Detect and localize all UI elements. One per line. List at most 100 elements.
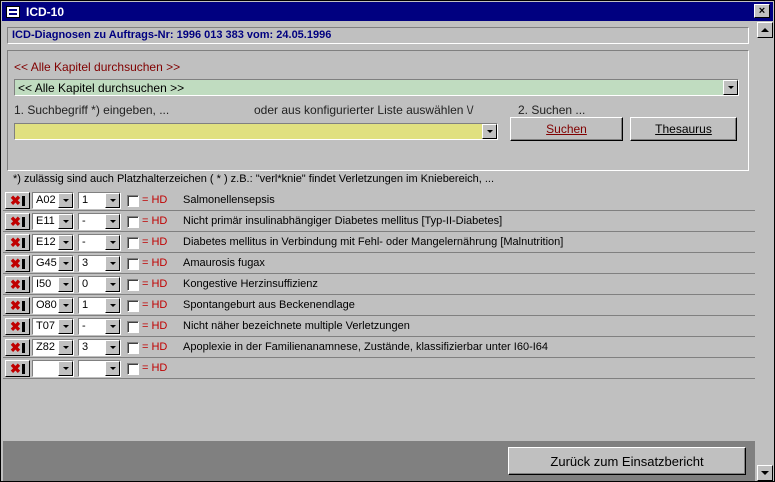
delete-icon: ✖	[10, 256, 21, 271]
delete-icon: ✖	[10, 277, 21, 292]
main-diagnosis-checkbox[interactable]	[127, 363, 139, 375]
chevron-down-icon[interactable]	[105, 277, 120, 292]
delete-row-button[interactable]: ✖	[5, 213, 30, 230]
wildcard-hint: *) zulässig sind auch Platzhalterzeichen…	[13, 173, 495, 185]
chevron-down-icon[interactable]	[105, 235, 120, 250]
delete-row-button[interactable]: ✖	[5, 360, 30, 377]
delete-row-button[interactable]: ✖	[5, 276, 30, 293]
chevron-down-icon[interactable]	[105, 193, 120, 208]
chapter-select[interactable]: << Alle Kapitel durchsuchen >>	[14, 79, 739, 96]
diagnosis-row: ✖ E12 - = HD Diabetes mellitus in Verbindung…	[3, 233, 755, 253]
record-icon	[21, 258, 25, 269]
main-diagnosis-checkbox[interactable]	[127, 321, 139, 333]
chevron-down-icon[interactable]	[58, 235, 73, 250]
chevron-down-icon[interactable]	[58, 298, 73, 313]
chevron-down-icon[interactable]	[58, 256, 73, 271]
delete-row-button[interactable]: ✖	[5, 339, 30, 356]
diagnosis-row: ✖ = HD	[3, 359, 755, 379]
record-icon	[21, 321, 25, 332]
close-button[interactable]: ×	[754, 4, 770, 18]
main-diagnosis-checkbox[interactable]	[127, 216, 139, 228]
record-icon	[21, 342, 25, 353]
icd-code-select[interactable]: O80	[32, 297, 74, 314]
chevron-down-icon[interactable]	[58, 214, 73, 229]
main-diagnosis-checkbox[interactable]	[127, 279, 139, 291]
main-diagnosis-label: = HD	[142, 362, 168, 374]
icd-code-select[interactable]: Z82	[32, 339, 74, 356]
search-term-input[interactable]	[14, 123, 498, 140]
icd-code-select[interactable]: E11	[32, 213, 74, 230]
icd-subcode-value: 3	[82, 257, 89, 269]
record-icon	[21, 279, 25, 290]
chevron-down-icon[interactable]	[105, 214, 120, 229]
record-icon	[21, 363, 25, 374]
icd-subcode-value: 1	[82, 194, 89, 206]
scroll-down-icon[interactable]	[757, 465, 773, 481]
window-title: ICD-10	[26, 4, 65, 19]
delete-icon: ✖	[10, 214, 21, 229]
delete-icon: ✖	[10, 361, 21, 376]
chevron-down-icon[interactable]	[105, 298, 120, 313]
main-diagnosis-checkbox[interactable]	[127, 237, 139, 249]
delete-row-button[interactable]: ✖	[5, 297, 30, 314]
icd-code-select[interactable]: E12	[32, 234, 74, 251]
chevron-down-icon[interactable]	[105, 361, 120, 376]
icd-code-value: G45	[36, 257, 57, 269]
chevron-down-icon[interactable]	[58, 361, 73, 376]
delete-row-button[interactable]: ✖	[5, 192, 30, 209]
vertical-scrollbar[interactable]	[757, 22, 773, 481]
search-button[interactable]: Suchen	[510, 117, 623, 141]
icd-subcode-value: -	[82, 215, 86, 227]
chevron-down-icon[interactable]	[105, 256, 120, 271]
icd-subcode-value: -	[82, 236, 86, 248]
chevron-down-icon[interactable]	[58, 193, 73, 208]
diagnosis-row: ✖ Z82 3 = HD Apoplexie in der Familienanamne…	[3, 338, 755, 358]
main-diagnosis-checkbox[interactable]	[127, 300, 139, 312]
icd-code-select[interactable]: G45	[32, 255, 74, 272]
diagnosis-row: ✖ G45 3 = HD Amaurosis fugax	[3, 254, 755, 274]
icd-code-select[interactable]: T07	[32, 318, 74, 335]
chevron-down-icon[interactable]	[58, 319, 73, 334]
icd-code-select[interactable]: I50	[32, 276, 74, 293]
icd-subcode-select[interactable]: 1	[78, 297, 121, 314]
delete-row-button[interactable]: ✖	[5, 318, 30, 335]
diagnosis-description: Salmonellensepsis	[183, 194, 275, 206]
back-to-report-button[interactable]: Zurück zum Einsatzbericht	[508, 447, 746, 475]
diagnosis-description: Amaurosis fugax	[183, 257, 265, 269]
icd-code-value: Z82	[36, 341, 55, 353]
icd-subcode-select[interactable]: 3	[78, 255, 121, 272]
chevron-down-icon[interactable]	[58, 277, 73, 292]
icd-subcode-select[interactable]: 3	[78, 339, 121, 356]
icd-subcode-select[interactable]: -	[78, 318, 121, 335]
chevron-down-icon[interactable]	[58, 340, 73, 355]
chapter-label: << Alle Kapitel durchsuchen >>	[14, 60, 181, 74]
chevron-down-icon[interactable]	[482, 124, 497, 139]
delete-row-button[interactable]: ✖	[5, 255, 30, 272]
main-diagnosis-label: = HD	[142, 320, 168, 332]
icd-subcode-select[interactable]: -	[78, 213, 121, 230]
icd10-window: ICD-10 × ICD-Diagnosen zu Auftrags-Nr: 1…	[0, 0, 775, 482]
chevron-down-icon[interactable]	[105, 319, 120, 334]
icd-subcode-select[interactable]: -	[78, 234, 121, 251]
or-list-label: oder aus konfigurierter Liste auswählen …	[254, 103, 474, 117]
main-diagnosis-checkbox[interactable]	[127, 342, 139, 354]
scroll-up-icon[interactable]	[757, 22, 773, 38]
chevron-down-icon[interactable]	[723, 80, 738, 95]
icd-code-select[interactable]	[32, 360, 74, 377]
icd-subcode-select[interactable]: 1	[78, 192, 121, 209]
step2-label: 2. Suchen ...	[518, 103, 586, 117]
diagnosis-row: ✖ I50 0 = HD Kongestive Herzinsuffizienz	[3, 275, 755, 295]
icd-code-select[interactable]: A02	[32, 192, 74, 209]
icd-code-value: T07	[36, 320, 55, 332]
footer-bar: Zurück zum Einsatzbericht	[3, 441, 755, 481]
record-icon	[21, 300, 25, 311]
main-diagnosis-checkbox[interactable]	[127, 195, 139, 207]
diagnosis-description: Nicht näher bezeichnete multiple Verletz…	[183, 320, 410, 332]
icd-subcode-select[interactable]	[78, 360, 121, 377]
icd-subcode-select[interactable]: 0	[78, 276, 121, 293]
chevron-down-icon[interactable]	[105, 340, 120, 355]
delete-row-button[interactable]: ✖	[5, 234, 30, 251]
icd-subcode-value: -	[82, 320, 86, 332]
thesaurus-button[interactable]: Thesaurus	[630, 117, 737, 141]
main-diagnosis-checkbox[interactable]	[127, 258, 139, 270]
